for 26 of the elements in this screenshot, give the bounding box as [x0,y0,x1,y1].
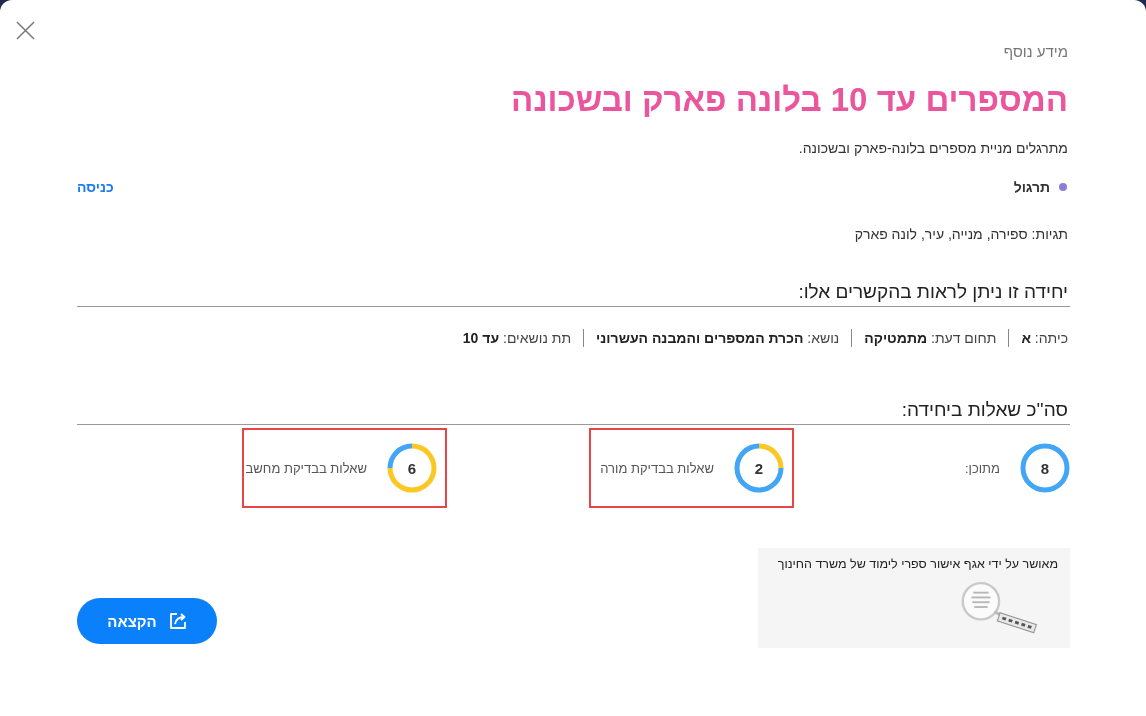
question-count: 6 [407,459,417,477]
share-icon [168,612,187,630]
context-item: כיתה: א [1021,329,1068,348]
question-count: 8 [1040,459,1050,477]
context-item: תחום דעת: מתמטיקה [864,329,997,348]
unit-description: מתרגלים מניית מספרים בלונה-פארק ובשכונה. [797,139,1069,158]
stat-label: שאלות בבדיקת מחשב [245,460,367,476]
stat-label: מתוכן: [964,460,1000,476]
context-item: נושא: הכרת המספרים והמבנה העשרוני [596,329,840,348]
assign-button[interactable]: הקצאה [77,598,217,644]
section-heading: סה''כ שאלות ביחידה: [900,398,1069,422]
section-heading: יחידה זו ניתן לראות בהקשרים אלו: [797,280,1069,304]
unit-type-label: תרגול [1013,178,1050,197]
question-count: 2 [754,459,764,477]
donut-chart [387,443,437,493]
donut-chart [734,443,784,493]
ring-icon [1020,443,1070,493]
context-item: תת נושאים: עד 10 [462,329,572,348]
unit-title: המספרים עד 10 בלונה פארק ובשכונה [510,80,1069,120]
overline-text: מידע נוסף [1002,42,1069,62]
tags-text: תגיות: ספירה, מנייה, עיר, לונה פארק [853,225,1069,244]
enter-link[interactable]: כניסה [77,177,114,197]
stat-label: שאלות בבדיקת מורה [600,460,714,476]
close-icon[interactable] [16,21,35,40]
status-dot-icon [1059,183,1067,191]
approval-text: מאושר על ידי אגף אישור ספרי לימוד של משרד החינוך [777,556,1058,572]
